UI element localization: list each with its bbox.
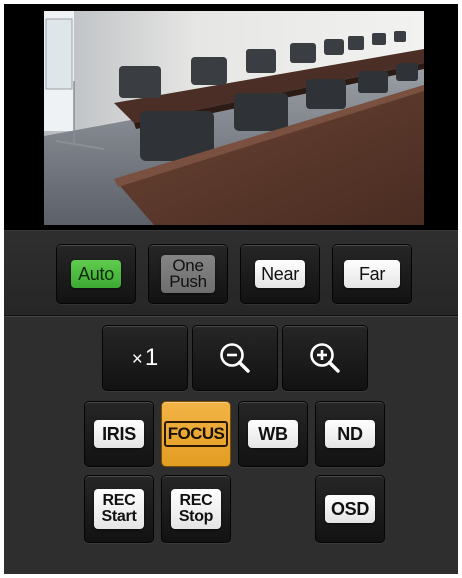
focus-mode-label: FOCUS bbox=[163, 420, 229, 448]
rec-stop-button[interactable]: REC Stop bbox=[161, 475, 231, 543]
auto-focus-button[interactable]: Auto bbox=[56, 244, 136, 304]
focus-far-button[interactable]: Far bbox=[332, 244, 412, 304]
rec-stop-label: REC Stop bbox=[171, 489, 221, 529]
rec-start-button[interactable]: REC Start bbox=[84, 475, 154, 543]
one-push-label: One Push bbox=[161, 255, 215, 293]
focus-near-label: Near bbox=[255, 260, 305, 288]
control-panel: × 1 IRIS FOCUS WB ND REC Start REC Stop … bbox=[4, 316, 458, 574]
nd-label: ND bbox=[325, 420, 375, 448]
rec-start-label-line1: REC bbox=[102, 492, 136, 509]
wb-button[interactable]: WB bbox=[238, 401, 308, 467]
zoom-level-value: 1 bbox=[144, 344, 159, 371]
focus-mode-button[interactable]: FOCUS bbox=[161, 401, 231, 467]
osd-button[interactable]: OSD bbox=[315, 475, 385, 543]
zoom-multiplier-sign: × bbox=[131, 349, 143, 370]
rec-stop-label-line2: Stop bbox=[178, 508, 214, 525]
zoom-in-icon bbox=[308, 341, 342, 375]
camera-remote-app: Auto One Push Near Far × 1 IRIS FOCUS WB… bbox=[4, 4, 458, 574]
one-push-focus-button[interactable]: One Push bbox=[148, 244, 228, 304]
focus-mode-label-text: FOCUS bbox=[163, 421, 229, 447]
one-push-label-line2: Push bbox=[169, 272, 207, 291]
wb-label: WB bbox=[248, 420, 298, 448]
conference-room-image bbox=[44, 11, 424, 225]
focus-panel: Auto One Push Near Far bbox=[4, 230, 458, 316]
zoom-out-button[interactable] bbox=[192, 325, 278, 391]
osd-label: OSD bbox=[324, 495, 376, 523]
rec-start-label: REC Start bbox=[94, 489, 144, 529]
auto-focus-label: Auto bbox=[71, 260, 121, 288]
rec-start-label-line2: Start bbox=[101, 508, 137, 525]
rec-stop-label-line1: REC bbox=[179, 492, 213, 509]
focus-far-label: Far bbox=[344, 260, 400, 288]
iris-button[interactable]: IRIS bbox=[84, 401, 154, 467]
preview-frame bbox=[4, 4, 458, 230]
iris-label: IRIS bbox=[94, 420, 144, 448]
camera-preview[interactable] bbox=[44, 11, 424, 225]
zoom-reset-button[interactable]: × 1 bbox=[102, 325, 188, 391]
focus-near-button[interactable]: Near bbox=[240, 244, 320, 304]
zoom-level-display: × 1 bbox=[132, 344, 158, 372]
zoom-in-button[interactable] bbox=[282, 325, 368, 391]
nd-button[interactable]: ND bbox=[315, 401, 385, 467]
zoom-out-icon bbox=[218, 341, 252, 375]
